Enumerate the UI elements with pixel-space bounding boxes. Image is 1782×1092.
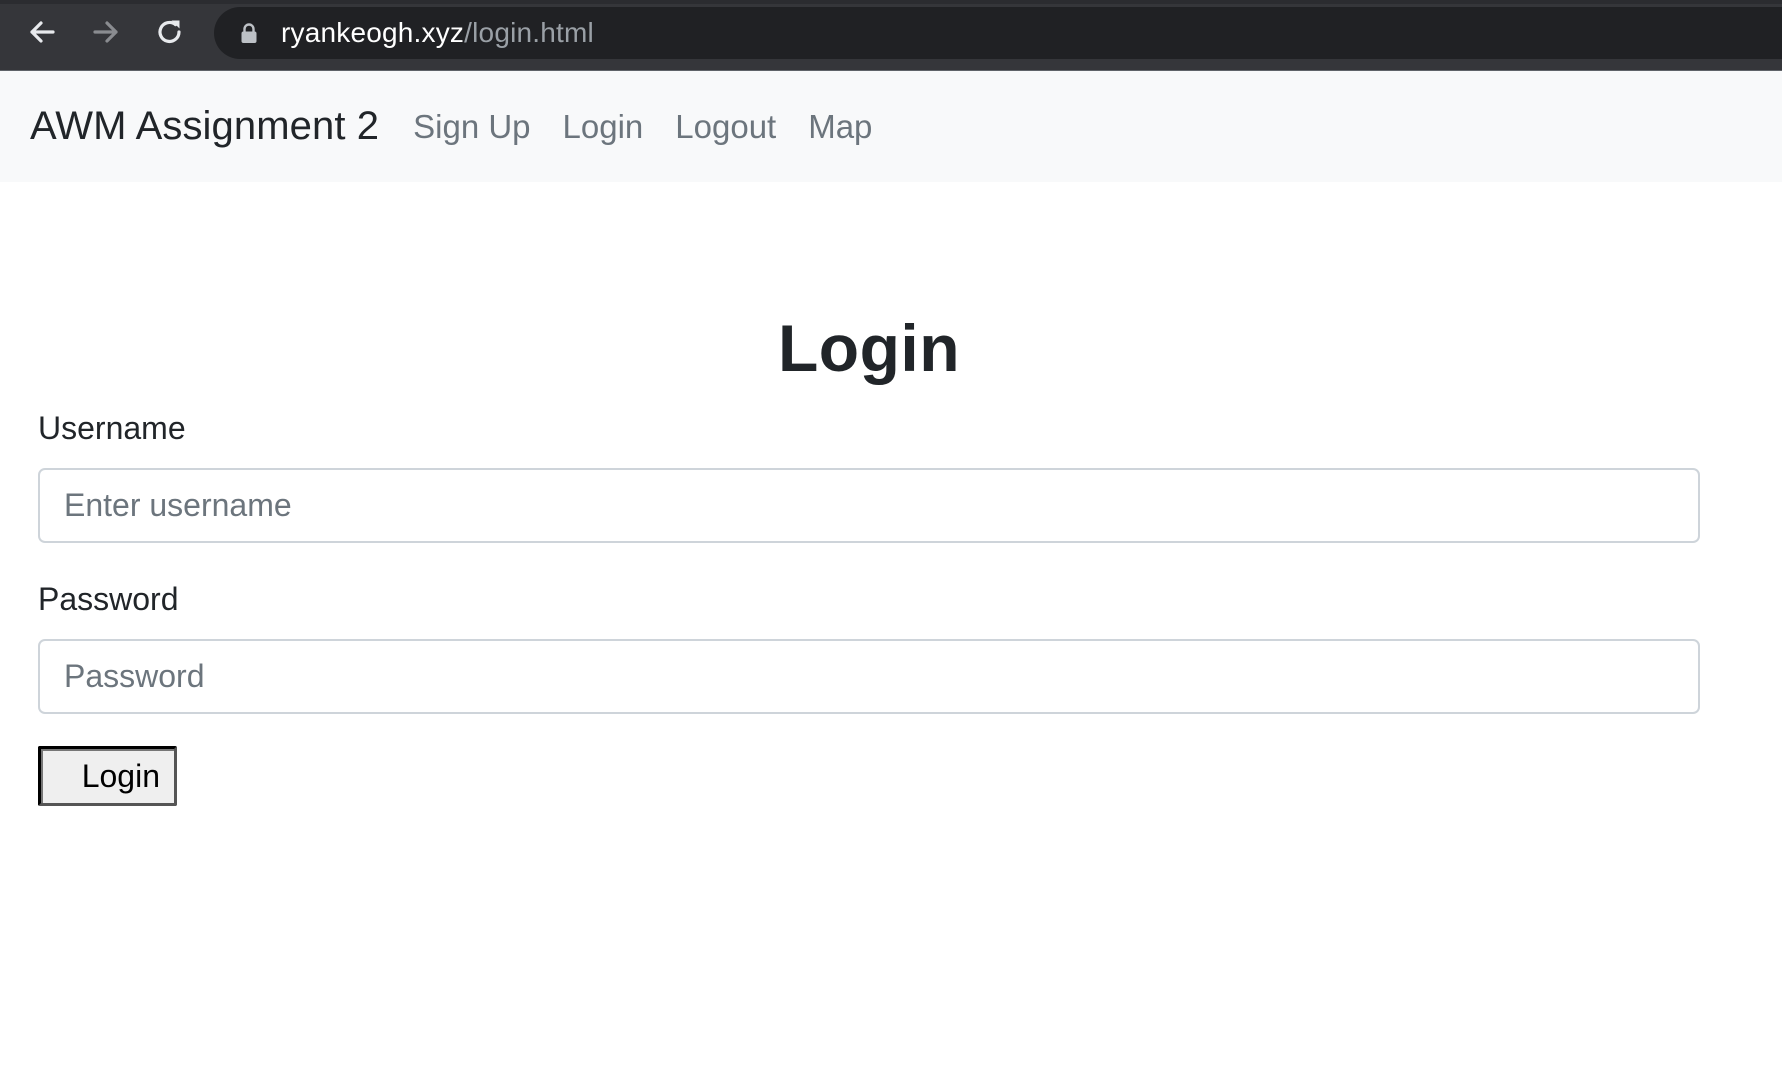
reload-icon: [155, 17, 185, 47]
forward-button[interactable]: [84, 12, 128, 52]
url-text[interactable]: ryankeogh.xyz/login.html: [281, 17, 594, 49]
username-input[interactable]: [38, 468, 1700, 543]
page-title: Login: [777, 311, 961, 385]
nav-link-logout[interactable]: Logout: [675, 108, 776, 146]
site-navbar: AWM Assignment 2 Sign Up Login Logout Ma…: [0, 71, 1782, 182]
arrow-right-icon: [91, 17, 121, 47]
nav-link-map[interactable]: Map: [808, 108, 872, 146]
back-button[interactable]: [20, 12, 64, 52]
password-input[interactable]: [38, 639, 1700, 714]
nav-link-login[interactable]: Login: [563, 108, 644, 146]
arrow-left-icon: [27, 17, 57, 47]
tab-strip-edge: [0, 0, 1782, 4]
password-label: Password: [38, 581, 179, 617]
login-form: Username Password Login: [38, 408, 1700, 806]
browser-toolbar: ryankeogh.xyz/login.html: [0, 0, 1782, 70]
login-page: Login Username Password Login: [0, 308, 1700, 806]
navbar-brand[interactable]: AWM Assignment 2: [30, 104, 379, 149]
url-path: /login.html: [464, 17, 594, 48]
lock-icon: [240, 22, 258, 44]
nav-link-sign-up[interactable]: Sign Up: [413, 108, 530, 146]
reload-button[interactable]: [148, 12, 192, 52]
login-submit-button[interactable]: Login: [38, 746, 177, 806]
address-bar[interactable]: ryankeogh.xyz/login.html: [214, 7, 1782, 59]
url-host: ryankeogh.xyz: [281, 17, 465, 48]
username-label: Username: [38, 410, 186, 446]
